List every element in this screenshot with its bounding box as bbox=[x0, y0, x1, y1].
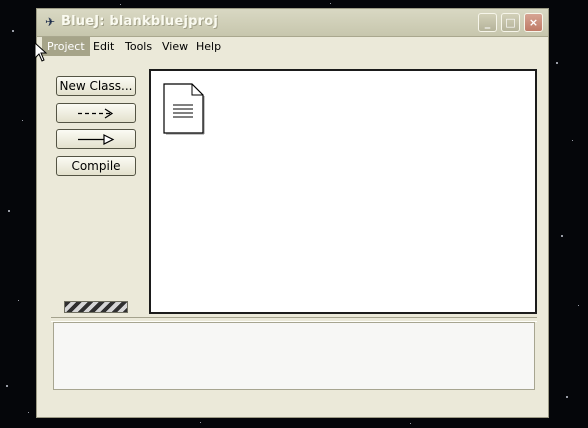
menu-edit[interactable]: Edit bbox=[88, 37, 119, 56]
mouse-cursor-icon bbox=[34, 42, 48, 62]
menu-view[interactable]: View bbox=[157, 37, 193, 56]
title-bar[interactable]: ✈ BlueJ: blankbluejproj _ □ × bbox=[37, 9, 548, 37]
close-icon[interactable]: × bbox=[524, 13, 543, 32]
menu-bar: Project Edit Tools View Help bbox=[38, 37, 547, 56]
minimize-icon[interactable]: _ bbox=[478, 13, 497, 32]
inheritance-arrow-button[interactable] bbox=[56, 129, 136, 149]
compile-button[interactable]: Compile bbox=[56, 156, 136, 176]
window-title: BlueJ: blankbluejproj bbox=[61, 14, 219, 29]
inheritance-arrow-icon bbox=[78, 134, 115, 145]
dashed-arrow-icon bbox=[78, 108, 114, 119]
readme-document-icon[interactable] bbox=[163, 83, 205, 135]
machine-activity-indicator bbox=[64, 301, 128, 313]
menu-help[interactable]: Help bbox=[191, 37, 226, 56]
bluej-bird-icon: ✈ bbox=[44, 15, 56, 29]
dependency-arrow-button[interactable] bbox=[56, 103, 136, 123]
class-diagram-canvas[interactable] bbox=[149, 69, 537, 314]
menu-project[interactable]: Project bbox=[42, 37, 90, 56]
message-area bbox=[53, 322, 535, 390]
new-class-button[interactable]: New Class... bbox=[56, 76, 136, 96]
menu-tools[interactable]: Tools bbox=[120, 37, 157, 56]
bluej-main-window: ✈ BlueJ: blankbluejproj _ □ × Project Ed… bbox=[36, 8, 549, 418]
maximize-icon[interactable]: □ bbox=[501, 13, 520, 32]
